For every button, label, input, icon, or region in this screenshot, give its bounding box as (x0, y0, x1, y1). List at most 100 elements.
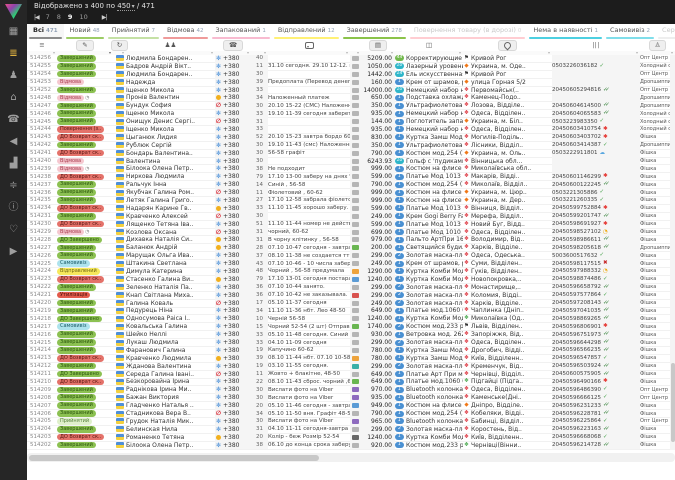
manager-comment[interactable] (268, 86, 350, 94)
phone-cell[interactable]: ✻+380 (215, 362, 251, 370)
product-cell[interactable]: 1Куртка Замш Мод. 250 (1шт. х 7.. (395, 354, 463, 362)
product-cell[interactable]: 1Bluetooth колонка JBL Pulse-3 (.. (395, 394, 463, 402)
product-cell[interactable]: 1Платье мод.1060 (1шт. х 649.00 (.. (395, 378, 463, 386)
manager-comment[interactable]: 07.10 10-42 не заказывала. (268, 291, 350, 299)
phone-cell[interactable]: ✻+380 (215, 394, 251, 402)
client-name[interactable]: Іщенко Микола (126, 86, 215, 94)
phone-cell[interactable]: ✻+380 (215, 417, 251, 425)
manager-comment[interactable]: 11.10 11-45 хорошо заберу. чо.. (268, 204, 350, 212)
phone-cell[interactable]: ✻+380 (215, 331, 251, 339)
tracking-cell[interactable]: 20450596644298✓✓ (552, 339, 640, 347)
client-name[interactable]: Козлова Оксана (126, 228, 215, 236)
status-badge[interactable]: ДО Возврат ск.. (57, 379, 104, 386)
tracking-cell[interactable]: 20450596225864✓ (552, 417, 640, 425)
product-cell[interactable]: 1Куртка Комби Мод. 5188 (1шт. х.. (395, 315, 463, 323)
tab-Новий[interactable]: Новий48 (64, 24, 106, 39)
phone-cell[interactable]: ✻+380 (215, 86, 251, 94)
product-cell[interactable]: 10Лазерный уровень *3196* (1ш.. (395, 62, 463, 70)
status-badge[interactable]: Відправлений (57, 268, 100, 275)
phone-cell[interactable]: ✻+380 (215, 70, 251, 78)
manager-comment[interactable]: Чорний , 56-58 предумала (268, 268, 350, 276)
status-badge[interactable]: Завершений (57, 63, 96, 70)
tab-Відправлений[interactable]: Відправлений12 (272, 24, 341, 39)
manager-comment[interactable]: Синій , 56-58 (268, 181, 350, 189)
manager-comment[interactable]: 05.10 11-37 сегодня (268, 299, 350, 307)
manager-comment[interactable]: 17.10 13-01 сегодня постарае.. (268, 275, 350, 283)
tracking-cell[interactable] (552, 165, 640, 173)
tab-Всі[interactable]: Всі471 (27, 24, 64, 39)
status-badge[interactable]: Завершений (57, 300, 96, 307)
phone-cell[interactable]: ✻+380 (215, 110, 251, 118)
manager-comment[interactable]: 19.10 11-39 сегодня заберет (268, 110, 350, 118)
tracking-cell[interactable]: 20450603403702✱ (552, 133, 640, 141)
header-button-t[interactable] (498, 40, 517, 51)
product-cell[interactable]: 2Золотая маска-пленка GOLD C.. (395, 299, 463, 307)
client-name[interactable]: Пронів Валентин (126, 94, 215, 102)
first-page-icon[interactable]: |◀ (34, 14, 39, 21)
page-number[interactable]: 8 (57, 13, 61, 21)
client-name[interactable]: Зеленко Наталія Па.. (126, 283, 215, 291)
status-badge[interactable]: Завершений (57, 347, 96, 354)
client-name[interactable]: Якубчак Галина Ром.. (126, 189, 215, 197)
product-cell[interactable]: 1Подставка охлаждающая для н.. (395, 94, 463, 102)
product-cell[interactable]: 1Ультрафиолетовая бактерицид.. (395, 141, 463, 149)
client-name[interactable]: Кравченко Алексей (126, 212, 215, 220)
tracking-cell[interactable]: 20450597988332◔ (552, 268, 640, 276)
tracking-cell[interactable]: 20450596486390✓ (552, 386, 640, 394)
phone-cell[interactable]: ✻+380 (215, 62, 251, 70)
client-name[interactable]: Лукаш Людмила (126, 339, 215, 347)
tracking-cell[interactable]: 20450598869265✓✓ (552, 315, 640, 323)
client-name[interactable]: Білоока Олена Петр.. (126, 165, 215, 173)
status-badge[interactable]: Завершений (57, 308, 96, 315)
tracking-cell[interactable]: 0503226036182✓ (552, 62, 640, 70)
manager-comment[interactable]: Вислати фото на Viber (268, 417, 350, 425)
last-page-icon[interactable]: ▶| (102, 14, 107, 21)
product-cell[interactable]: 1Платье Арт При мод.785 (1шт. х.. (395, 370, 463, 378)
manager-comment[interactable]: 05.10 11-48 сегодня. Синий 60.. (268, 331, 350, 339)
status-badge[interactable]: Завершений (57, 103, 96, 110)
product-cell[interactable]: 1Костюм мод.254 (1шт. х 790.00 .. (395, 149, 463, 157)
product-cell[interactable]: 2Костюм мод.233 разм.48-58 (1.. (395, 323, 463, 331)
status-badge[interactable]: Завершений (57, 189, 96, 196)
tracking-cell[interactable] (552, 94, 640, 102)
status-badge[interactable]: ДО Возврат ск.. (57, 150, 104, 157)
phone-cell[interactable]: ✻+380 (215, 157, 251, 165)
status-badge[interactable]: ДО Завершено (57, 316, 102, 323)
marketing-icon[interactable]: ◀ (5, 135, 22, 148)
status-badge[interactable]: ДО Завершено (57, 371, 102, 378)
client-name[interactable]: Фаранович Галина (126, 346, 215, 354)
product-cell[interactable]: 1Крем от шрамов, рубцов, акне,.. (395, 78, 463, 86)
status-badge[interactable]: Завершений (57, 442, 96, 449)
manager-comment[interactable]: 07.10 10-47 сегодня - завтра. .. (268, 244, 350, 252)
tracking-cell[interactable]: 0503222911801☁ (552, 149, 640, 157)
partners-icon[interactable]: ♡ (5, 223, 22, 236)
product-cell[interactable]: 1Немецкий набор ножей (Mirage.. (395, 126, 463, 134)
status-badge[interactable]: ДО Возврат ск.. (57, 174, 104, 181)
phone-cell[interactable]: ✻+380 (215, 173, 251, 181)
status-badge[interactable]: Відмова (57, 95, 84, 102)
manager-comment[interactable]: 20.10 15-23 завтра бордо 60-62 (268, 133, 350, 141)
phone-cell[interactable]: +380 (215, 244, 251, 252)
phone-cell[interactable]: ∅+380 (215, 299, 251, 307)
status-badge[interactable]: Завершений (57, 181, 96, 188)
phone-cell[interactable]: +380 (215, 204, 251, 212)
tracking-cell[interactable]: 20450596490166✱ (552, 378, 640, 386)
tracking-cell[interactable]: 20450601146299✱ (552, 173, 640, 181)
phone-cell[interactable]: ✻+380 (215, 346, 251, 354)
status-badge[interactable]: Відмова (57, 79, 84, 86)
manager-comment[interactable]: Фіолетовий , 60-62 (268, 189, 350, 197)
product-cell[interactable]: 1Немецкий набор ножей (Mirage.. (395, 110, 463, 118)
product-cell[interactable]: 14Ель искусственная 150 см *127.. (395, 70, 463, 78)
manager-comment[interactable]: 03.10 11-55 сегодня. (268, 362, 350, 370)
status-badge[interactable]: ДО Возврат ск.. (57, 276, 104, 283)
tracking-cell[interactable]: 20450598874486✓ (552, 275, 640, 283)
dashboard-icon[interactable]: ▦ (5, 25, 22, 38)
client-name[interactable]: Галина Коваль (126, 299, 215, 307)
product-cell[interactable]: 1Ультрафиолетовая бактерицид.. (395, 102, 463, 110)
tab-Прийнятий[interactable]: Прийнятий7 (106, 24, 161, 39)
client-name[interactable]: Лященко Тетяна Іва.. (126, 220, 215, 228)
phone-cell[interactable]: ✻+380 (215, 181, 251, 189)
manager-comment[interactable] (268, 157, 350, 165)
phone-cell[interactable]: ✻+380 (215, 133, 251, 141)
manager-comment[interactable] (268, 118, 350, 126)
